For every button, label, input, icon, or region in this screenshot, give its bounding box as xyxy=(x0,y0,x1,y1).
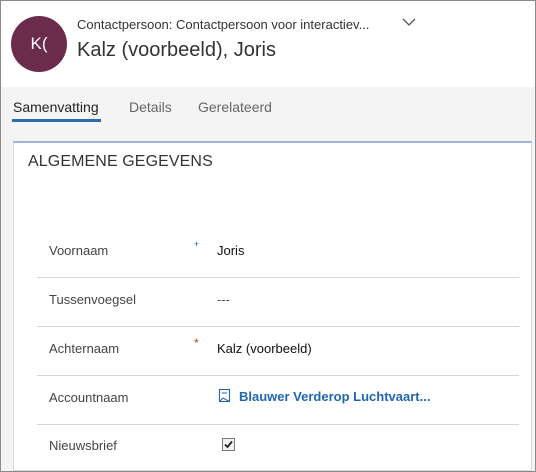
recommended-marker: + xyxy=(194,239,200,249)
field-row-accountnaam: Accountnaam Blauwer Verderop Luchtvaart.… xyxy=(37,376,519,425)
tab-bar: Samenvatting Details Gerelateerd xyxy=(1,87,535,139)
first-name-field[interactable]: Joris xyxy=(217,243,244,258)
active-tab-indicator xyxy=(12,119,101,122)
field-row-tussenvoegsel: Tussenvoegsel --- xyxy=(37,278,519,327)
field-row-achternaam: Achternaam * Kalz (voorbeeld) xyxy=(37,327,519,376)
field-label: Voornaam xyxy=(49,243,109,258)
section-title: ALGEMENE GEGEVENS xyxy=(28,153,213,170)
tab-gerelateerd[interactable]: Gerelateerd xyxy=(198,99,272,115)
record-title: Kalz (voorbeeld), Joris xyxy=(77,39,276,61)
field-label: Accountnaam xyxy=(49,390,129,405)
chevron-down-icon[interactable] xyxy=(399,15,419,31)
contact-form-window: K( Contactpersoon: Contactpersoon voor i… xyxy=(0,0,536,472)
account-lookup-link[interactable]: Blauwer Verderop Luchtvaart... xyxy=(217,388,430,404)
record-header: K( Contactpersoon: Contactpersoon voor i… xyxy=(1,1,535,87)
newsletter-checkbox[interactable] xyxy=(222,438,235,451)
account-name-value[interactable]: Blauwer Verderop Luchtvaart... xyxy=(239,389,430,404)
middle-name-field[interactable]: --- xyxy=(217,292,230,307)
tab-details[interactable]: Details xyxy=(129,99,172,115)
last-name-field[interactable]: Kalz (voorbeeld) xyxy=(217,341,312,356)
checkmark-icon xyxy=(224,440,233,449)
avatar: K( xyxy=(11,16,67,72)
field-label: Tussenvoegsel xyxy=(49,292,136,307)
account-lookup-icon xyxy=(218,388,231,403)
form-selector-label[interactable]: Contactpersoon: Contactpersoon voor inte… xyxy=(77,17,369,32)
field-label: Achternaam xyxy=(49,341,120,356)
field-row-nieuwsbrief: Nieuwsbrief xyxy=(37,424,519,471)
field-label: Nieuwsbrief xyxy=(49,438,117,453)
field-row-voornaam: Voornaam + Joris xyxy=(37,229,519,278)
required-marker: * xyxy=(194,336,199,350)
tab-samenvatting[interactable]: Samenvatting xyxy=(13,99,99,115)
